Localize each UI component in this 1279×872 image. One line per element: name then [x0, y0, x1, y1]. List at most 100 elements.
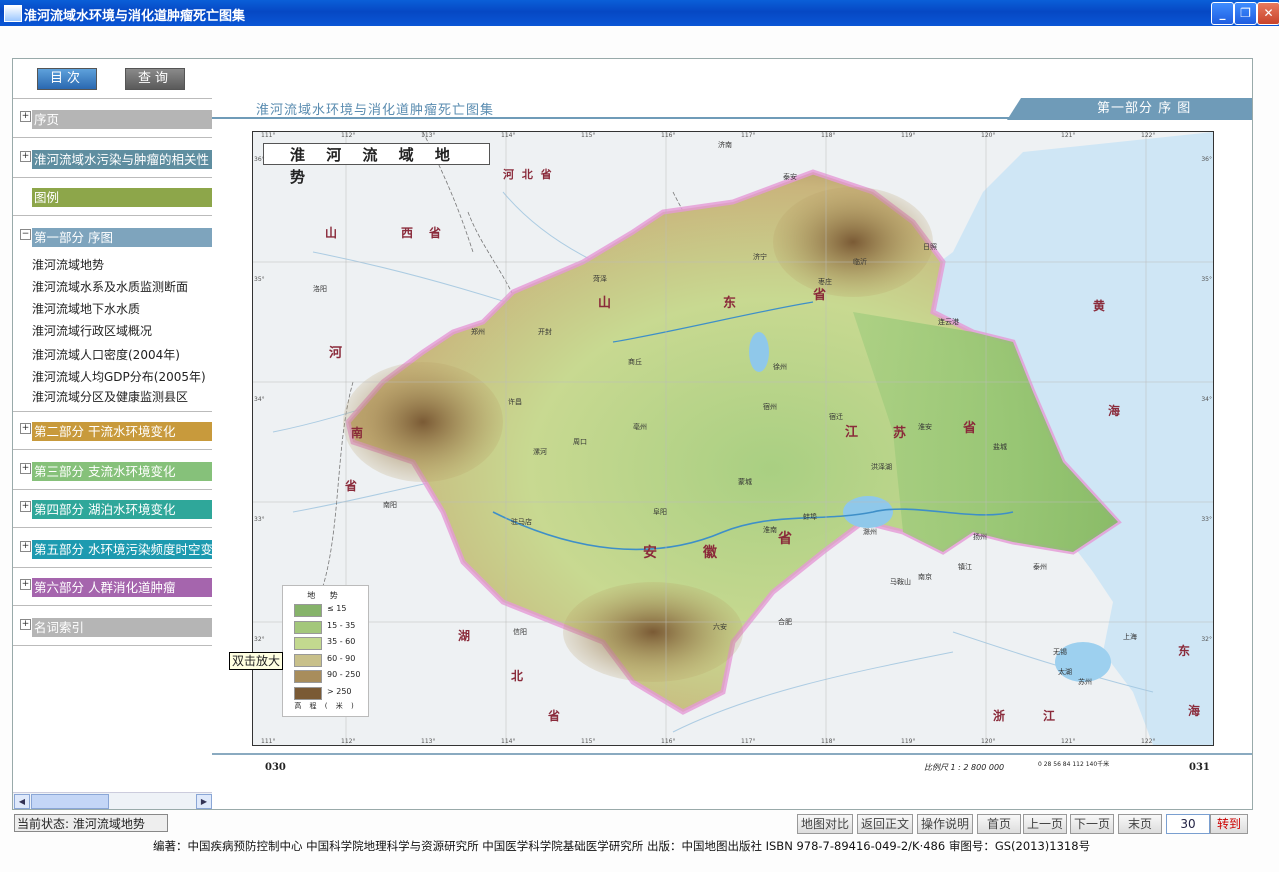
- sidebar-section-label[interactable]: 名词索引: [32, 618, 213, 637]
- page-number-input[interactable]: 30: [1166, 814, 1210, 834]
- sidebar-section[interactable]: 图例: [13, 177, 213, 216]
- city-label: 上海: [1123, 633, 1137, 641]
- city-label: 开封: [538, 328, 552, 336]
- legend-swatch: [294, 686, 322, 700]
- latitude-tick: 32°: [1201, 636, 1212, 643]
- close-button[interactable]: ✕: [1257, 2, 1279, 25]
- sidebar-section-label[interactable]: 淮河流域水污染与肿瘤的相关性: [32, 150, 213, 169]
- next-page-button[interactable]: 下一页: [1070, 814, 1114, 834]
- expand-icon[interactable]: +: [20, 501, 31, 512]
- city-label: 镇江: [958, 563, 972, 571]
- city-label: 枣庄: [818, 278, 832, 286]
- terrain-map[interactable]: 淮 河 流 域 地 势 河 北 省山西省河南省山东省江苏省安徽省湖北省浙江黄海东…: [252, 131, 1214, 746]
- scale-ticks: 0 28 56 84 112 140千米: [1038, 761, 1110, 768]
- longitude-tick: 121°: [1061, 132, 1076, 139]
- scroll-left-arrow-icon[interactable]: ◀: [14, 794, 30, 809]
- expand-icon[interactable]: +: [20, 619, 31, 630]
- sidebar-section-label[interactable]: 图例: [32, 188, 213, 207]
- map-compare-button[interactable]: 地图对比: [797, 814, 853, 834]
- query-button[interactable]: 查询: [125, 68, 185, 90]
- province-label: 山: [325, 226, 340, 240]
- instructions-button[interactable]: 操作说明: [917, 814, 973, 834]
- longitude-tick: 118°: [821, 132, 836, 139]
- expand-icon[interactable]: +: [20, 579, 31, 590]
- city-label: 六安: [713, 623, 727, 631]
- longitude-tick: 118°: [821, 738, 836, 745]
- longitude-tick: 122°: [1141, 132, 1156, 139]
- province-label: 北: [511, 669, 526, 683]
- province-label: 黄: [1093, 299, 1108, 313]
- sidebar-item[interactable]: 淮河流域人口密度(2004年): [32, 346, 180, 363]
- province-label: 东: [1178, 644, 1193, 658]
- longitude-tick: 119°: [901, 132, 916, 139]
- sidebar-item[interactable]: 淮河流域水系及水质监测断面: [32, 278, 188, 295]
- sidebar-section-label[interactable]: 序页: [32, 110, 213, 129]
- city-label: 盐城: [993, 443, 1007, 451]
- expand-icon[interactable]: +: [20, 423, 31, 434]
- sidebar-item[interactable]: 淮河流域人均GDP分布(2005年): [32, 368, 206, 385]
- province-label: 省: [345, 479, 360, 493]
- map-canvas: [253, 132, 1213, 745]
- scroll-thumb[interactable]: [31, 794, 109, 809]
- province-label: 苏: [893, 426, 909, 441]
- longitude-tick: 114°: [501, 132, 516, 139]
- sidebar-section[interactable]: + 第四部分 湖泊水环境变化: [13, 489, 213, 528]
- maximize-button[interactable]: ❐: [1234, 2, 1257, 25]
- last-page-button[interactable]: 末页: [1118, 814, 1162, 834]
- longitude-tick: 115°: [581, 132, 596, 139]
- sidebar-item[interactable]: 淮河流域地下水水质: [32, 300, 140, 317]
- sidebar-section-label[interactable]: 第四部分 湖泊水环境变化: [32, 500, 213, 519]
- expand-icon[interactable]: +: [20, 541, 31, 552]
- first-page-button[interactable]: 首页: [977, 814, 1021, 834]
- sidebar-section[interactable]: + 第二部分 干流水环境变化: [13, 411, 213, 450]
- province-label: 省: [429, 226, 444, 240]
- province-label: 南: [351, 426, 366, 440]
- longitude-tick: 113°: [421, 738, 436, 745]
- expand-icon[interactable]: +: [20, 111, 31, 122]
- longitude-tick: 111°: [261, 738, 276, 745]
- city-label: 淮安: [918, 423, 932, 431]
- legend-swatch: [294, 620, 322, 634]
- sidebar-section-label[interactable]: 第二部分 干流水环境变化: [32, 422, 213, 441]
- sidebar-hscrollbar[interactable]: ◀ ▶: [13, 792, 213, 809]
- collapse-icon[interactable]: −: [20, 229, 31, 240]
- sidebar-item[interactable]: 淮河流域行政区域概况: [32, 322, 152, 339]
- status-bar: 当前状态: 淮河流域地势: [14, 814, 168, 832]
- sidebar-section-label[interactable]: 第一部分 序图: [32, 228, 213, 247]
- back-to-text-button[interactable]: 返回正文: [857, 814, 913, 834]
- sidebar-section[interactable]: + 第六部分 人群消化道肿瘤: [13, 567, 213, 606]
- legend-rows: ≤ 15 15 - 35 35 - 60 60 - 90 90 - 250 > 250: [283, 601, 368, 700]
- minimize-button[interactable]: _: [1211, 2, 1234, 25]
- sidebar-section[interactable]: + 淮河流域水污染与肿瘤的相关性: [13, 139, 213, 178]
- sidebar-item[interactable]: 淮河流域分区及健康监测县区: [32, 388, 188, 405]
- city-label: 临沂: [853, 258, 867, 266]
- sidebar-item[interactable]: 淮河流域地势: [32, 256, 104, 273]
- expand-icon[interactable]: +: [20, 151, 31, 162]
- goto-button[interactable]: 转到: [1210, 814, 1248, 834]
- longitude-tick: 113°: [421, 132, 436, 139]
- sidebar-section[interactable]: + 序页: [13, 99, 213, 138]
- prev-page-button[interactable]: 上一页: [1023, 814, 1067, 834]
- sidebar-section-label[interactable]: 第三部分 支流水环境变化: [32, 462, 213, 481]
- city-label: 郑州: [471, 328, 485, 336]
- scroll-right-arrow-icon[interactable]: ▶: [196, 794, 212, 809]
- sidebar-section-label[interactable]: 第六部分 人群消化道肿瘤: [32, 578, 213, 597]
- sidebar-section[interactable]: + 第五部分 水环境污染频度时空变化: [13, 529, 213, 568]
- sidebar-section[interactable]: + 第三部分 支流水环境变化: [13, 451, 213, 490]
- contents-button[interactable]: 目次: [37, 68, 97, 90]
- longitude-tick: 120°: [981, 132, 996, 139]
- sidebar-section-label[interactable]: 第五部分 水环境污染频度时空变化: [32, 540, 213, 559]
- province-label: 省: [778, 531, 794, 547]
- latitude-tick: 34°: [254, 396, 265, 403]
- city-label: 济南: [718, 141, 732, 149]
- city-label: 商丘: [628, 358, 642, 366]
- province-label: 省: [548, 709, 563, 723]
- sidebar-section[interactable]: + 名词索引: [13, 607, 213, 646]
- city-label: 蒙城: [738, 478, 752, 486]
- expand-icon[interactable]: +: [20, 463, 31, 474]
- city-label: 南京: [918, 573, 932, 581]
- city-label: 宿迁: [829, 413, 843, 421]
- longitude-tick: 121°: [1061, 738, 1076, 745]
- longitude-tick: 120°: [981, 738, 996, 745]
- window-titlebar[interactable]: 淮河流域水环境与消化道肿瘤死亡图集 _ ❐ ✕: [0, 0, 1279, 26]
